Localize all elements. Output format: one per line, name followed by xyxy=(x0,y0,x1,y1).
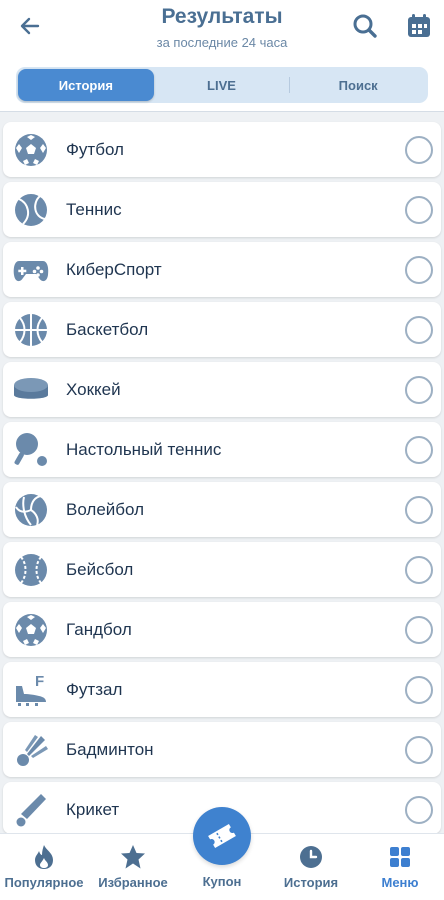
table-tennis-icon xyxy=(13,432,49,468)
list-item-badminton[interactable]: Бадминтон xyxy=(3,722,441,777)
list-item-handball[interactable]: Гандбол xyxy=(3,602,441,657)
nav-history-label: История xyxy=(283,875,339,890)
list-item-table-tennis[interactable]: Настольный теннис xyxy=(3,422,441,477)
list-item-basketball[interactable]: Баскетбол xyxy=(3,302,441,357)
futsal-boot-icon: F xyxy=(13,672,49,708)
list-item-baseball[interactable]: Бейсбол xyxy=(3,542,441,597)
select-radio[interactable] xyxy=(405,556,433,584)
list-item-football[interactable]: Футбол xyxy=(3,122,441,177)
star-icon xyxy=(89,844,177,870)
select-radio[interactable] xyxy=(405,136,433,164)
sport-label: КиберСпорт xyxy=(66,260,162,279)
sport-label: Теннис xyxy=(66,200,122,219)
results-screen: Результаты за последние 24 часа История xyxy=(0,0,444,900)
football-icon xyxy=(13,132,49,168)
select-radio[interactable] xyxy=(405,736,433,764)
sport-label: Футбол xyxy=(66,140,124,159)
coupon-button[interactable] xyxy=(193,807,251,865)
select-radio[interactable] xyxy=(405,496,433,524)
nav-menu[interactable]: Меню xyxy=(356,834,444,900)
list-item-tennis[interactable]: Теннис xyxy=(3,182,441,237)
ticket-icon xyxy=(208,823,236,849)
select-radio[interactable] xyxy=(405,376,433,404)
nav-history[interactable]: История xyxy=(267,834,355,900)
sport-label: Гандбол xyxy=(66,620,132,639)
calendar-icon xyxy=(408,14,430,37)
tab-live[interactable]: LIVE xyxy=(154,69,290,101)
search-button[interactable] xyxy=(349,10,381,42)
cricket-bat-icon xyxy=(13,792,49,828)
shuttlecock-icon xyxy=(13,732,49,768)
nav-coupon-label: Купон xyxy=(202,874,242,889)
list-item-esports[interactable]: КиберСпорт xyxy=(3,242,441,297)
gamepad-icon xyxy=(13,252,49,288)
search-icon xyxy=(353,14,377,38)
sport-label: Баскетбол xyxy=(66,320,149,339)
flame-icon xyxy=(0,844,88,870)
nav-favorites[interactable]: Избранное xyxy=(89,834,177,900)
grid-menu-icon xyxy=(356,844,444,870)
basketball-icon xyxy=(13,312,49,348)
tab-bar: История LIVE Поиск xyxy=(16,67,428,103)
list-item-hockey[interactable]: Хоккей xyxy=(3,362,441,417)
svg-text:F: F xyxy=(35,673,44,690)
calendar-button[interactable] xyxy=(403,10,435,42)
tab-history[interactable]: История xyxy=(18,69,154,101)
list-item-volleyball[interactable]: Волейбол xyxy=(3,482,441,537)
sport-label: Бейсбол xyxy=(66,560,134,579)
nav-popular-label: Популярное xyxy=(4,875,84,890)
sport-label: Футзал xyxy=(66,680,123,699)
baseball-icon xyxy=(13,552,49,588)
sport-label: Волейбол xyxy=(66,500,145,519)
select-radio[interactable] xyxy=(405,796,433,824)
sport-label: Настольный теннис xyxy=(66,440,222,459)
list-item-futsal[interactable]: F Футзал xyxy=(3,662,441,717)
handball-icon xyxy=(13,612,49,648)
tennis-ball-icon xyxy=(13,192,49,228)
select-radio[interactable] xyxy=(405,436,433,464)
nav-menu-label: Меню xyxy=(381,875,419,890)
select-radio[interactable] xyxy=(405,676,433,704)
hockey-puck-icon xyxy=(13,372,49,408)
clock-icon xyxy=(267,844,355,870)
nav-popular[interactable]: Популярное xyxy=(0,834,88,900)
select-radio[interactable] xyxy=(405,256,433,284)
header-divider xyxy=(0,111,444,112)
tab-search[interactable]: Поиск xyxy=(290,69,426,101)
sport-label: Крикет xyxy=(66,800,120,819)
volleyball-icon xyxy=(13,492,49,528)
header: Результаты за последние 24 часа История xyxy=(0,0,444,112)
select-radio[interactable] xyxy=(405,316,433,344)
nav-favorites-label: Избранное xyxy=(98,875,168,890)
sport-label: Бадминтон xyxy=(66,740,154,759)
sport-label: Хоккей xyxy=(66,380,121,399)
select-radio[interactable] xyxy=(405,616,433,644)
select-radio[interactable] xyxy=(405,196,433,224)
